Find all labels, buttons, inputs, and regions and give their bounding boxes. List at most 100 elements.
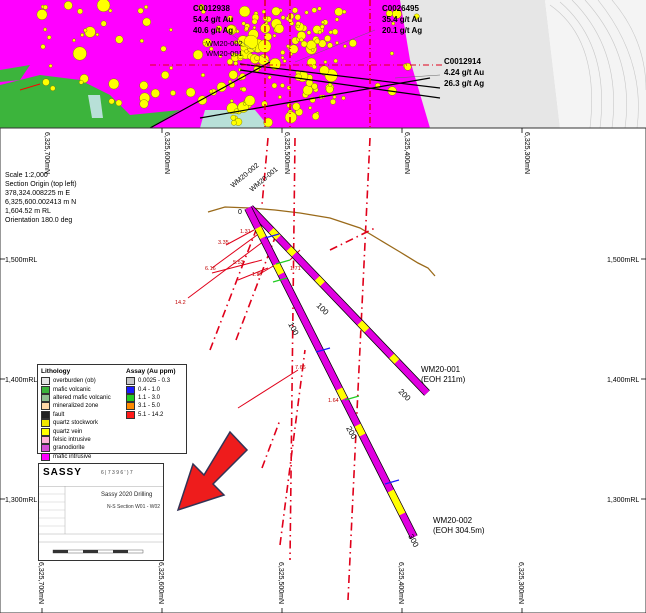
northing-label: 6,325,700mN xyxy=(43,132,50,174)
gold-sample-dot xyxy=(280,15,286,20)
quartz-interval xyxy=(354,423,366,437)
gold-sample-dot xyxy=(306,30,312,35)
legend-swatch xyxy=(41,410,50,419)
gold-sample-dot xyxy=(302,85,313,96)
intercept-value: 1.71 xyxy=(290,266,301,272)
legend-item: 0.0025 - 0.3 xyxy=(126,377,175,386)
legend-label: 3.1 - 5.0 xyxy=(138,403,161,410)
legend-item: granodiorite xyxy=(41,444,111,453)
legend-swatch xyxy=(126,377,135,386)
northing-label: 6,325,600mN xyxy=(163,132,170,174)
gold-sample-dot xyxy=(169,66,174,70)
gold-sample-dot xyxy=(192,49,203,60)
quartz-interval xyxy=(273,262,285,276)
gold-sample-dot xyxy=(139,38,144,43)
gold-sample-dot xyxy=(150,88,160,98)
gold-sample-dot xyxy=(271,82,278,89)
gold-sample-dot xyxy=(320,24,325,29)
gold-sample-dot xyxy=(244,26,249,31)
northing-label: 6,325,400mN xyxy=(403,132,410,174)
legend-swatch xyxy=(41,402,50,411)
gold-sample-dot xyxy=(299,37,304,42)
gold-sample-dot xyxy=(324,35,331,42)
gold-sample-dot xyxy=(244,95,256,107)
gold-sample-dot xyxy=(311,83,318,90)
gold-sample-dot xyxy=(63,1,73,10)
gold-sample-dot xyxy=(282,59,287,63)
legend-item: felsic intrusive xyxy=(41,435,111,444)
gold-sample-dot xyxy=(280,83,285,88)
gold-sample-dot xyxy=(271,6,281,16)
gold-sample-dot xyxy=(333,58,338,64)
gold-sample-dot xyxy=(335,41,339,45)
quartz-interval xyxy=(389,353,400,364)
sample-ag: 40.6 g/t Ag xyxy=(193,26,233,35)
quartz-interval xyxy=(255,226,266,240)
legend-label: mafic intrusive xyxy=(53,453,92,460)
gold-sample-dot xyxy=(36,9,48,21)
legend-item: quartz vein xyxy=(41,427,111,436)
gold-sample-dot xyxy=(229,99,234,103)
gold-sample-dot xyxy=(43,27,47,32)
gold-sample-dot xyxy=(226,58,234,65)
gold-sample-dot xyxy=(284,111,297,124)
gold-sample-dot xyxy=(308,106,312,110)
sample-au: 54.4 g/t Au xyxy=(193,15,233,24)
gold-sample-dot xyxy=(317,30,322,35)
gold-sample-dot xyxy=(230,114,237,121)
gold-sample-dot xyxy=(389,51,394,56)
title-code: 6 | 7 3 9 6 ' ) 7 xyxy=(101,470,133,476)
gold-sample-dot xyxy=(241,86,247,93)
gold-sample-dot xyxy=(286,44,290,49)
gold-sample-dot xyxy=(78,80,84,85)
legend-item: mineralized zone xyxy=(41,402,111,411)
northing-label: 6,325,700mN xyxy=(37,562,44,604)
legend-item: mafic volcanic xyxy=(41,385,111,394)
intercept-value: 1.31 xyxy=(240,229,251,235)
gold-sample-dot xyxy=(42,4,48,10)
gold-sample-dot xyxy=(50,85,56,92)
gold-sample-dot xyxy=(72,38,76,43)
section-info: Scale 1:2,000 Section Origin (top left) … xyxy=(5,172,77,224)
gold-sample-dot xyxy=(139,99,149,109)
gold-sample-dot xyxy=(348,39,357,48)
gold-sample-dot xyxy=(144,4,149,9)
gold-sample-dot xyxy=(83,28,88,33)
section-subtitle: N-S Section W01 - W02 xyxy=(107,504,161,510)
rl-text: 1,604.52 m RL xyxy=(5,208,51,215)
rl-label: 1,400mRL xyxy=(5,377,37,384)
gold-sample-dot xyxy=(325,85,334,94)
gold-sample-dot xyxy=(47,35,52,40)
depth-label: 300 xyxy=(406,533,420,549)
assay-legend: Assay (Au ppm) 0.0025 - 0.3 0.4 - 1.0 1.1 … xyxy=(126,368,175,419)
gold-sample-dot xyxy=(342,9,347,14)
gold-sample-dot xyxy=(272,33,277,38)
rl-label: 1,300mRL xyxy=(5,497,37,504)
legend-swatch xyxy=(126,393,135,402)
northing-label: 6,325,500mN xyxy=(277,562,284,604)
legend-item: 5.1 - 14.2 xyxy=(126,410,175,419)
gold-sample-dot xyxy=(115,99,123,107)
northing-label: 6,325,300mN xyxy=(517,562,524,604)
gold-sample-dot xyxy=(108,78,120,90)
legend-item: quartz stockwork xyxy=(41,419,111,428)
legend-item: fault xyxy=(41,410,111,419)
gold-sample-dot xyxy=(80,33,85,37)
legend-swatch xyxy=(126,402,135,411)
title-block: SASSY 6 | 7 3 9 6 ' ) 7 Sassy 2020 Drill… xyxy=(38,463,164,561)
quartz-interval xyxy=(314,276,325,287)
gold-sample-dot xyxy=(274,23,285,34)
sample-id: C0026495 xyxy=(382,4,419,13)
gold-sample-dot xyxy=(96,0,111,12)
gold-sample-dot xyxy=(335,17,340,22)
hole-end-label: (EOH 211m) xyxy=(421,375,466,384)
gold-sample-dot xyxy=(334,7,344,17)
northing-label: 6,325,600mN xyxy=(157,562,164,604)
gold-sample-dot xyxy=(343,44,347,49)
depth-label: 200 xyxy=(397,387,413,403)
legend-item: 1.1 - 3.0 xyxy=(126,393,175,402)
gold-sample-dot xyxy=(209,89,213,94)
sample-au: 35.4 g/t Au xyxy=(382,15,422,24)
sample-ag: 20.1 g/t Ag xyxy=(382,26,422,35)
gold-sample-dot xyxy=(252,25,257,30)
